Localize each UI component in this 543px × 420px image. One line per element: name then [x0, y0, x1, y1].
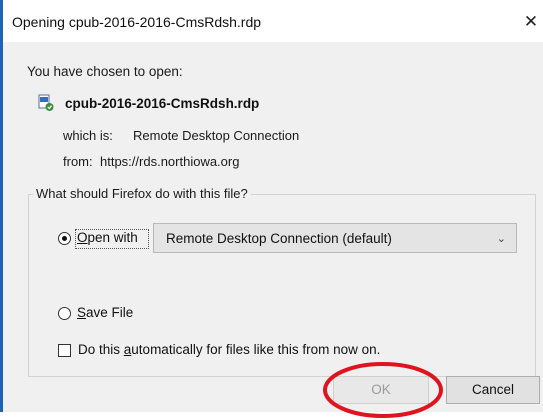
save-file-radio[interactable] — [58, 307, 71, 320]
action-groupbox: What should Firefox do with this file? O… — [28, 186, 536, 377]
download-dialog-window: Opening cpub-2016-2016-CmsRdsh.rdp ✕ You… — [0, 0, 543, 418]
auto-label-start: Do this — [78, 342, 124, 357]
dialog-content: You have chosen to open: cpub-2016-2016-… — [3, 42, 543, 418]
application-select-value: Remote Desktop Connection (default) — [166, 231, 392, 246]
open-with-accel: O — [77, 230, 88, 245]
cancel-button[interactable]: Cancel — [446, 376, 540, 404]
chosen-to-open-label: You have chosen to open: — [27, 64, 183, 79]
rdp-file-icon — [38, 94, 54, 111]
close-icon[interactable]: ✕ — [519, 8, 543, 36]
action-group-legend: What should Firefox do with this file? — [33, 186, 251, 201]
which-is-label: which is: — [63, 128, 113, 143]
window-title: Opening cpub-2016-2016-CmsRdsh.rdp — [12, 14, 262, 30]
do-automatically-label[interactable]: Do this automatically for files like thi… — [78, 342, 380, 357]
save-file-label-rest: ave File — [86, 305, 134, 320]
do-automatically-checkbox[interactable] — [58, 344, 71, 357]
title-bar[interactable]: Opening cpub-2016-2016-CmsRdsh.rdp ✕ — [3, 0, 543, 42]
chevron-down-icon: ⌄ — [496, 233, 506, 245]
save-file-label[interactable]: Save File — [77, 305, 133, 320]
from-label: from: — [63, 154, 93, 169]
open-with-label-rest: pen with — [87, 230, 138, 245]
open-with-label[interactable]: Open with — [77, 230, 138, 245]
source-url-value: https://rds.northiowa.org — [100, 154, 240, 169]
file-name: cpub-2016-2016-CmsRdsh.rdp — [65, 96, 260, 111]
file-type-value: Remote Desktop Connection — [133, 128, 300, 143]
application-select[interactable]: Remote Desktop Connection (default) ⌄ — [153, 223, 517, 253]
open-with-radio[interactable] — [58, 232, 71, 245]
auto-label-rest: utomatically for files like this from no… — [131, 342, 381, 357]
save-file-accel: S — [77, 305, 87, 320]
highlight-annotation-ellipse — [323, 362, 443, 418]
